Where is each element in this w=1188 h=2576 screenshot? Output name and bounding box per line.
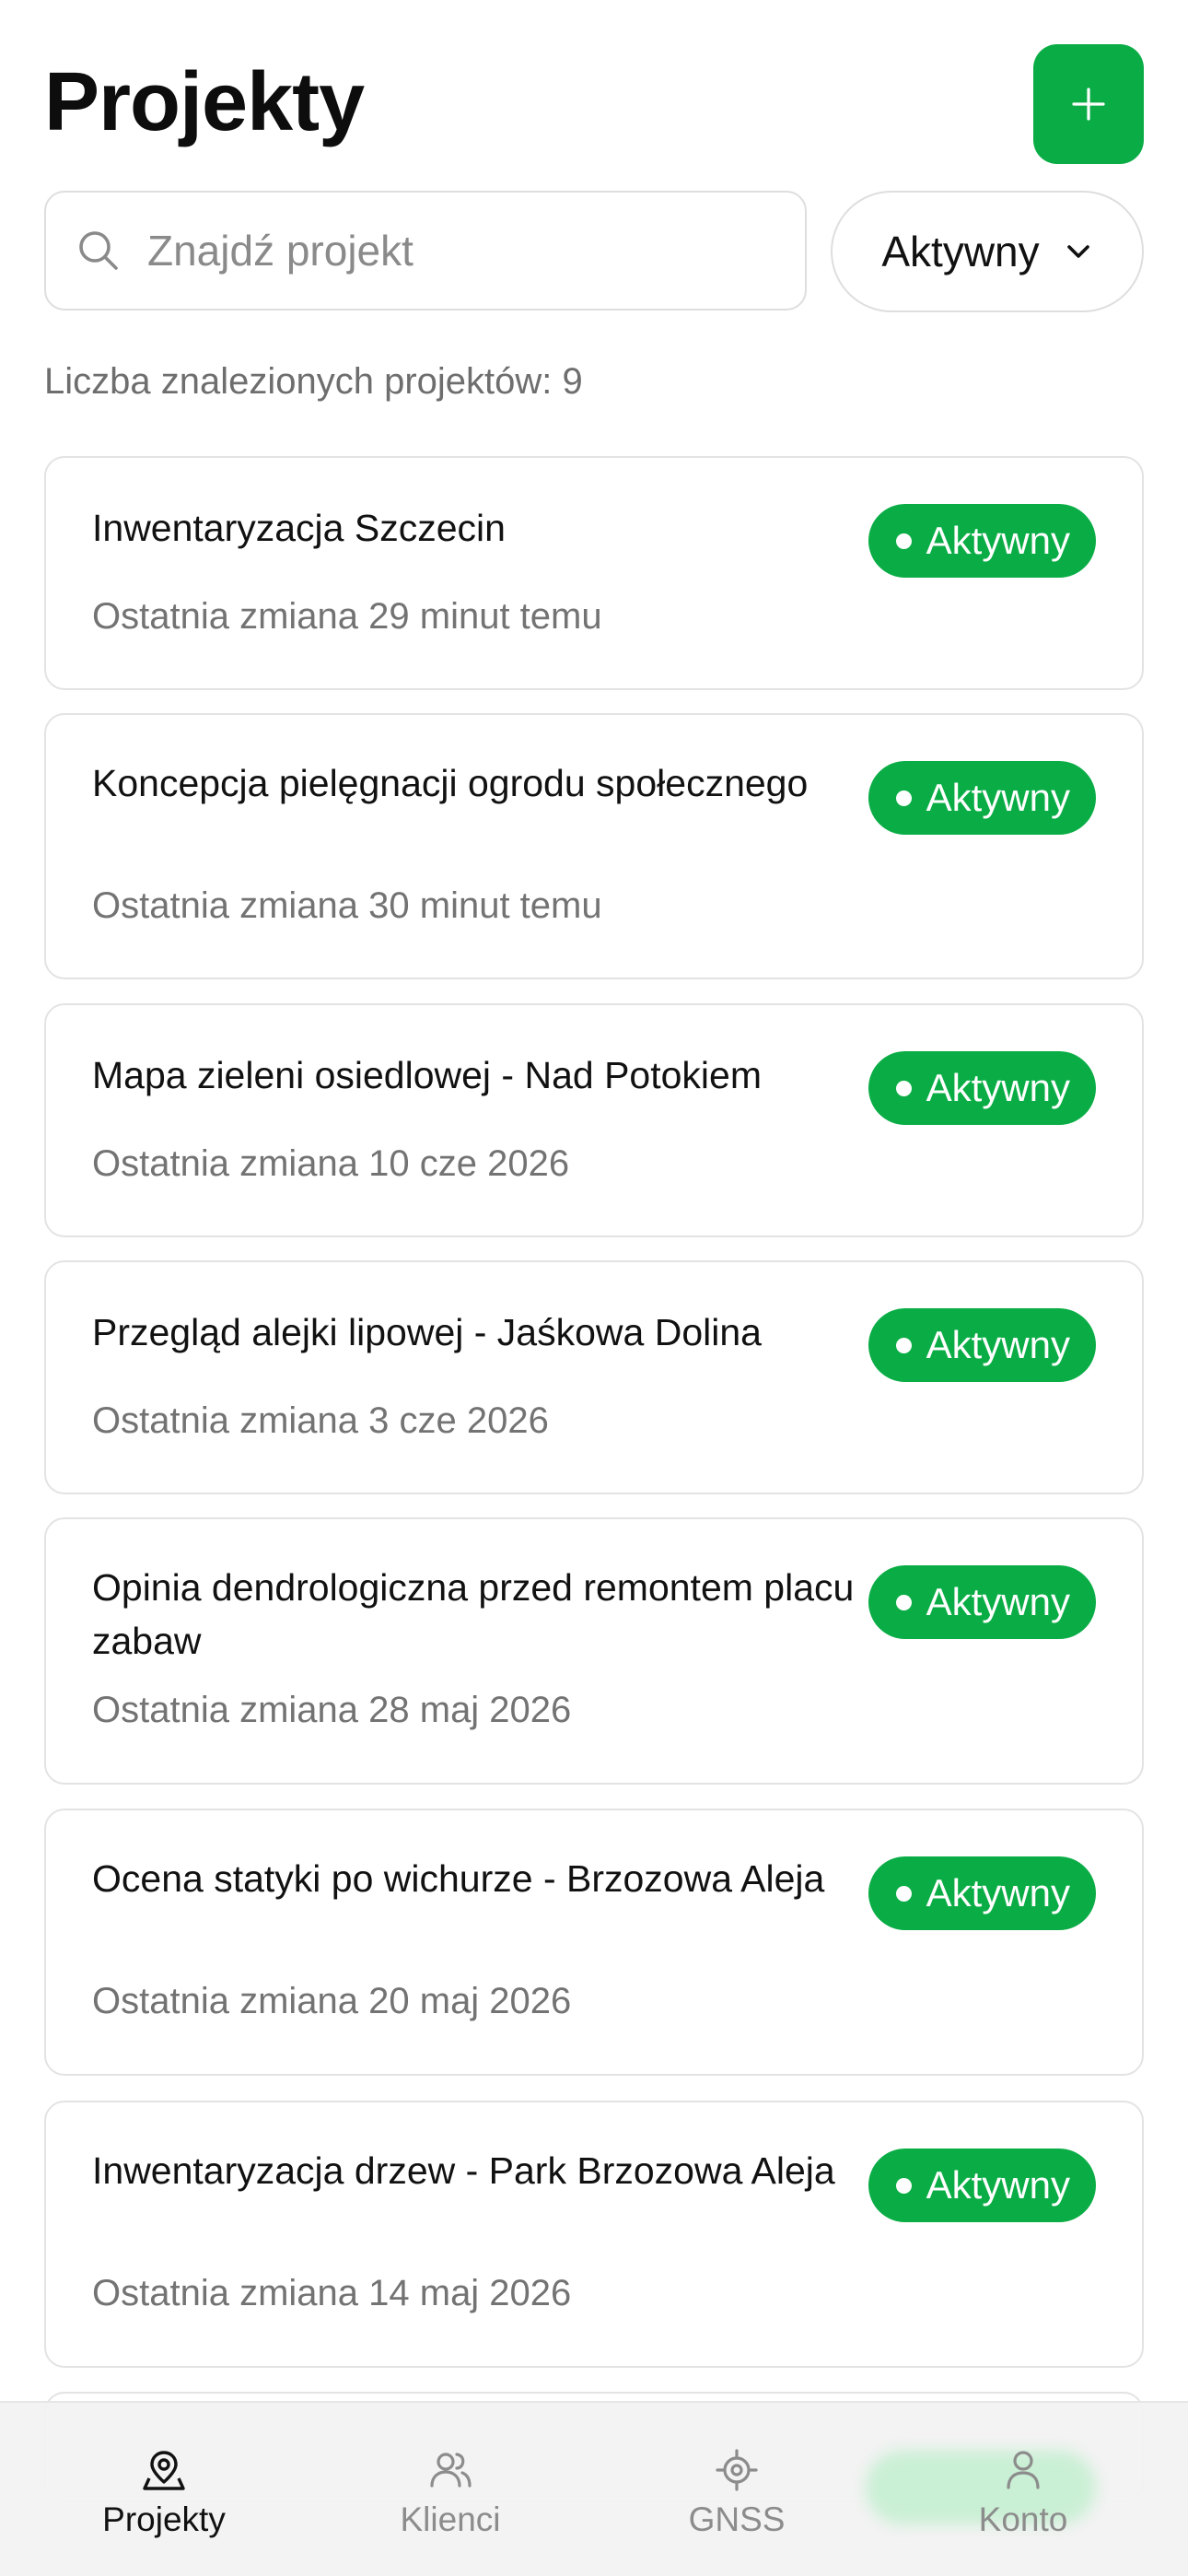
users-icon — [430, 2453, 472, 2488]
status-dot-icon — [895, 2177, 912, 2194]
project-last-change: Ostatnia zmiana 20 maj 2026 — [92, 1981, 572, 2021]
status-badge-label: Aktywny — [926, 776, 1070, 819]
search-row: Aktywny — [44, 191, 1144, 312]
project-card[interactable]: Inwentaryzacja drzew - Park Brzozowa Ale… — [44, 2101, 1144, 2368]
header: Projekty — [44, 44, 1144, 166]
project-title: Koncepcja pielęgnacji ogrodu społecznego — [92, 762, 809, 804]
status-badge-label: Aktywny — [926, 1323, 1070, 1366]
project-last-change: Ostatnia zmiana 29 minut temu — [92, 596, 602, 637]
nav-item-gnss[interactable]: GNSS — [645, 2447, 829, 2539]
status-badge-label: Aktywny — [926, 1580, 1070, 1623]
project-title: Inwentaryzacja Szczecin — [92, 507, 506, 549]
project-card[interactable]: Opinia dendrologiczna przed remontem pla… — [44, 1517, 1144, 1785]
status-dot-icon — [895, 533, 912, 549]
status-badge: Aktywny — [868, 2149, 1096, 2222]
page-title: Projekty — [44, 56, 365, 148]
add-project-button[interactable] — [1033, 44, 1144, 164]
project-last-change: Ostatnia zmiana 14 maj 2026 — [92, 2273, 572, 2313]
project-last-change: Ostatnia zmiana 28 maj 2026 — [92, 1690, 572, 1730]
nav-label: Konto — [978, 2500, 1068, 2538]
search-icon — [79, 231, 118, 270]
project-card[interactable]: Ocena statyki po wichurze - Brzozowa Ale… — [44, 1809, 1144, 2076]
project-title: Mapa zieleni osiedlowej - Nad Potokiem — [92, 1054, 762, 1096]
project-title: Ocena statyki po wichurze - Brzozowa Ale… — [92, 1857, 825, 1900]
nav-item-konto[interactable]: Konto — [931, 2447, 1115, 2539]
project-title: Opinia dendrologiczna przed remontem pla… — [92, 1566, 855, 1662]
project-last-change: Ostatnia zmiana 3 cze 2026 — [92, 1400, 549, 1441]
status-dot-icon — [895, 790, 912, 806]
bottom-nav: Projekty Klienci GNSS Konto — [0, 2401, 1188, 2576]
status-dot-icon — [895, 1080, 912, 1096]
status-filter-label: Aktywny — [881, 228, 1040, 275]
map-pin-icon — [143, 2451, 185, 2490]
user-icon — [1007, 2451, 1040, 2489]
status-dot-icon — [895, 1337, 912, 1353]
status-badge: Aktywny — [868, 1565, 1096, 1639]
status-badge: Aktywny — [868, 761, 1096, 835]
status-dot-icon — [895, 1594, 912, 1610]
nav-label: GNSS — [688, 2500, 786, 2538]
project-last-change: Ostatnia zmiana 30 minut temu — [92, 885, 602, 926]
project-card[interactable]: Przegląd alejki lipowej - Jaśkowa Dolina… — [44, 1260, 1144, 1494]
project-title: Inwentaryzacja drzew - Park Brzozowa Ale… — [92, 2149, 835, 2192]
project-last-change: Ostatnia zmiana 10 cze 2026 — [92, 1143, 570, 1184]
plus-icon — [1072, 88, 1105, 121]
status-badge: Aktywny — [868, 504, 1096, 578]
project-card[interactable]: Koncepcja pielęgnacji ogrodu społecznego… — [44, 713, 1144, 979]
status-badge-label: Aktywny — [926, 1871, 1070, 1914]
projects-screen: Projekty Aktywny Liczba znalezionych pro… — [0, 0, 1188, 2576]
status-filter-select[interactable]: Aktywny — [831, 191, 1144, 312]
search-input[interactable] — [147, 226, 774, 275]
search-box[interactable] — [44, 191, 807, 310]
project-card[interactable]: Inwentaryzacja Szczecin Ostatnia zmiana … — [44, 456, 1144, 690]
status-badge-label: Aktywny — [926, 519, 1070, 562]
chevron-down-icon — [1066, 245, 1089, 258]
project-card[interactable]: Mapa zieleni osiedlowej - Nad Potokiem O… — [44, 1003, 1144, 1237]
nav-item-klienci[interactable]: Klienci — [358, 2447, 542, 2539]
nav-item-projekty[interactable]: Projekty — [72, 2447, 256, 2539]
status-badge: Aktywny — [868, 1856, 1096, 1930]
status-dot-icon — [895, 1885, 912, 1902]
project-title: Przegląd alejki lipowej - Jaśkowa Dolina — [92, 1311, 762, 1353]
nav-label: Projekty — [102, 2500, 226, 2538]
status-badge-label: Aktywny — [926, 2163, 1070, 2207]
status-badge: Aktywny — [868, 1308, 1096, 1382]
status-badge-label: Aktywny — [926, 1066, 1070, 1109]
status-badge: Aktywny — [868, 1051, 1096, 1125]
result-count: Liczba znalezionych projektów: 9 — [44, 361, 583, 402]
nav-label: Klienci — [400, 2500, 501, 2538]
crosshair-icon — [716, 2449, 758, 2491]
